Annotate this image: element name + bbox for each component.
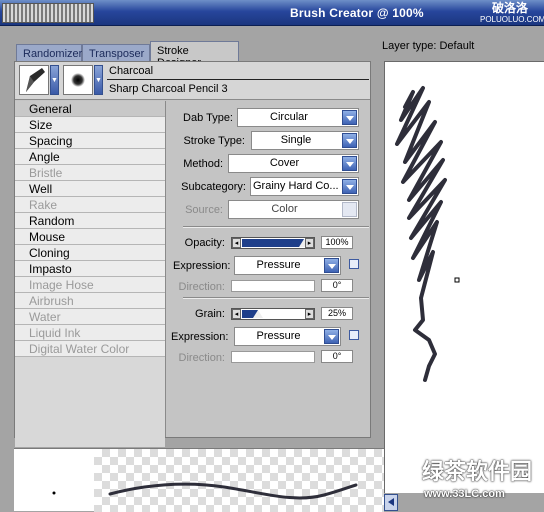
opacity-decrease-icon[interactable]: ◂ [232,238,241,248]
category-item-liquid-ink: Liquid Ink [15,325,165,341]
scroll-left-button[interactable] [384,494,398,511]
source-dropdown: Color [228,200,359,219]
category-item-spacing[interactable]: Spacing [15,133,165,149]
method-value: Cover [269,157,300,169]
method-dropdown-arrow-icon[interactable] [342,156,357,171]
stroke-preview-strip [14,448,384,512]
source-dropdown-arrow-icon [342,202,357,217]
category-item-general[interactable]: General [15,101,165,117]
stroke-type-dropdown-arrow-icon[interactable] [342,133,357,148]
grain-direction-slider [231,351,315,363]
layer-type-label: Layer type: Default [382,40,475,52]
category-item-airbrush: Airbrush [15,293,165,309]
subcategory-dropdown-arrow-icon[interactable] [342,179,357,194]
brush-category-dropdown[interactable]: ▼ [50,65,59,95]
category-item-impasto[interactable]: Impasto [15,261,165,277]
tab-transposer[interactable]: Transposer [82,44,150,62]
tab-stroke-designer[interactable]: Stroke Designer [150,41,239,69]
source-value: Color [271,203,298,215]
watermark-bottom: 绿茶软件园 www.33LC.com [400,452,544,510]
watermark-top-text: 破洛洛 [491,1,528,15]
section-divider-1 [183,226,369,228]
category-item-cloning[interactable]: Cloning [15,245,165,261]
brush-variant-name: Sharp Charcoal Pencil 3 [109,83,228,95]
charcoal-pencil-icon [26,68,45,92]
opacity-invert-checkbox[interactable] [349,259,359,269]
grain-expression-arrow-icon[interactable] [324,329,339,344]
watermark-bottom-text: 绿茶软件园 [422,459,533,484]
grain-expression-label: Expression: [171,331,229,343]
dab-type-value: Circular [270,111,308,123]
tab-randomizer[interactable]: Randomizer [16,44,82,62]
grain-label: Grain: [195,308,225,320]
stroke-type-value: Single [280,134,312,146]
opacity-expression-arrow-icon[interactable] [324,258,339,273]
brush-variant-dropdown[interactable]: ▼ [94,65,103,95]
grain-invert-checkbox[interactable] [349,330,359,340]
brush-selector-bar: ▼ ▼ Charcoal Sharp Charcoal Pencil 3 [15,62,370,100]
category-item-bristle: Bristle [15,165,165,181]
category-item-random[interactable]: Random [15,213,165,229]
grain-value[interactable]: 25% [321,307,353,320]
window-title: Brush Creator @ 100% [290,6,424,20]
brush-variant-thumbnail[interactable] [63,65,93,95]
opacity-increase-icon[interactable]: ▸ [305,238,314,248]
grain-direction-value: 0° [321,350,353,363]
grain-slider[interactable]: ◂ ▸ [231,308,315,320]
opacity-slider[interactable]: ◂ ▸ [231,237,315,249]
opacity-expression-value: Pressure [256,259,301,271]
opacity-value[interactable]: 100% [321,236,353,249]
grain-decrease-icon[interactable]: ◂ [232,309,241,319]
grain-expression-value: Pressure [256,330,301,342]
opacity-label: Opacity: [184,237,225,249]
subcategory-label: Subcategory: [181,181,246,193]
category-item-angle[interactable]: Angle [15,149,165,165]
preview-stroke [52,482,358,500]
stroke-type-dropdown[interactable]: Single [251,131,359,150]
subcategory-value: Grainy Hard Co... [253,180,339,192]
grain-direction-label: Direction: [178,352,225,364]
grain-slider-thumb[interactable] [253,310,263,318]
section-divider-2 [183,297,369,299]
stroke-type-label: Stroke Type: [183,135,245,147]
dab-type-label: Dab Type: [183,112,233,124]
dab-type-dropdown[interactable]: Circular [237,108,359,127]
dab-type-dropdown-arrow-icon[interactable] [342,110,357,125]
category-item-image-hose: Image Hose [15,277,165,293]
opacity-expression-label: Expression: [173,260,231,272]
category-item-water: Water [15,309,165,325]
category-item-size[interactable]: Size [15,117,165,133]
title-bar-grip[interactable] [2,3,94,23]
category-item-mouse[interactable]: Mouse [15,229,165,245]
stroke-designer-panel: ▼ ▼ Charcoal Sharp Charcoal Pencil 3 Gen… [14,61,371,447]
grain-expression-dropdown[interactable]: Pressure [234,327,341,346]
brush-category-thumbnail[interactable] [19,65,49,95]
method-dropdown[interactable]: Cover [228,154,359,173]
opacity-direction-slider [231,280,315,292]
brush-category-name: Charcoal [107,63,369,80]
watermark-bottom-url: www.33LC.com [424,488,505,500]
subcategory-dropdown[interactable]: Grainy Hard Co... [250,177,359,196]
category-list: General Size Spacing Angle Bristle Well … [15,101,166,447]
watermark-top: 破洛洛 POLUOLUO.COM [480,1,544,25]
opacity-slider-fill [242,239,304,247]
scratch-pad-canvas[interactable] [384,61,544,493]
opacity-direction-label: Direction: [178,281,225,293]
category-item-well[interactable]: Well [15,181,165,197]
grain-increase-icon[interactable]: ▸ [305,309,314,319]
test-stroke [395,86,460,382]
category-item-rake: Rake [15,197,165,213]
method-label: Method: [183,158,223,170]
category-list-empty-area [15,357,165,447]
watermark-top-subtext: POLUOLUO.COM [480,15,544,24]
title-bar[interactable]: Brush Creator @ 100% 破洛洛 POLUOLUO.COM [0,0,544,26]
source-label: Source: [185,204,223,216]
opacity-expression-dropdown[interactable]: Pressure [234,256,341,275]
dab-preview-icon [71,73,85,87]
opacity-direction-value: 0° [321,279,353,292]
category-item-digital-water-color: Digital Water Color [15,341,165,357]
